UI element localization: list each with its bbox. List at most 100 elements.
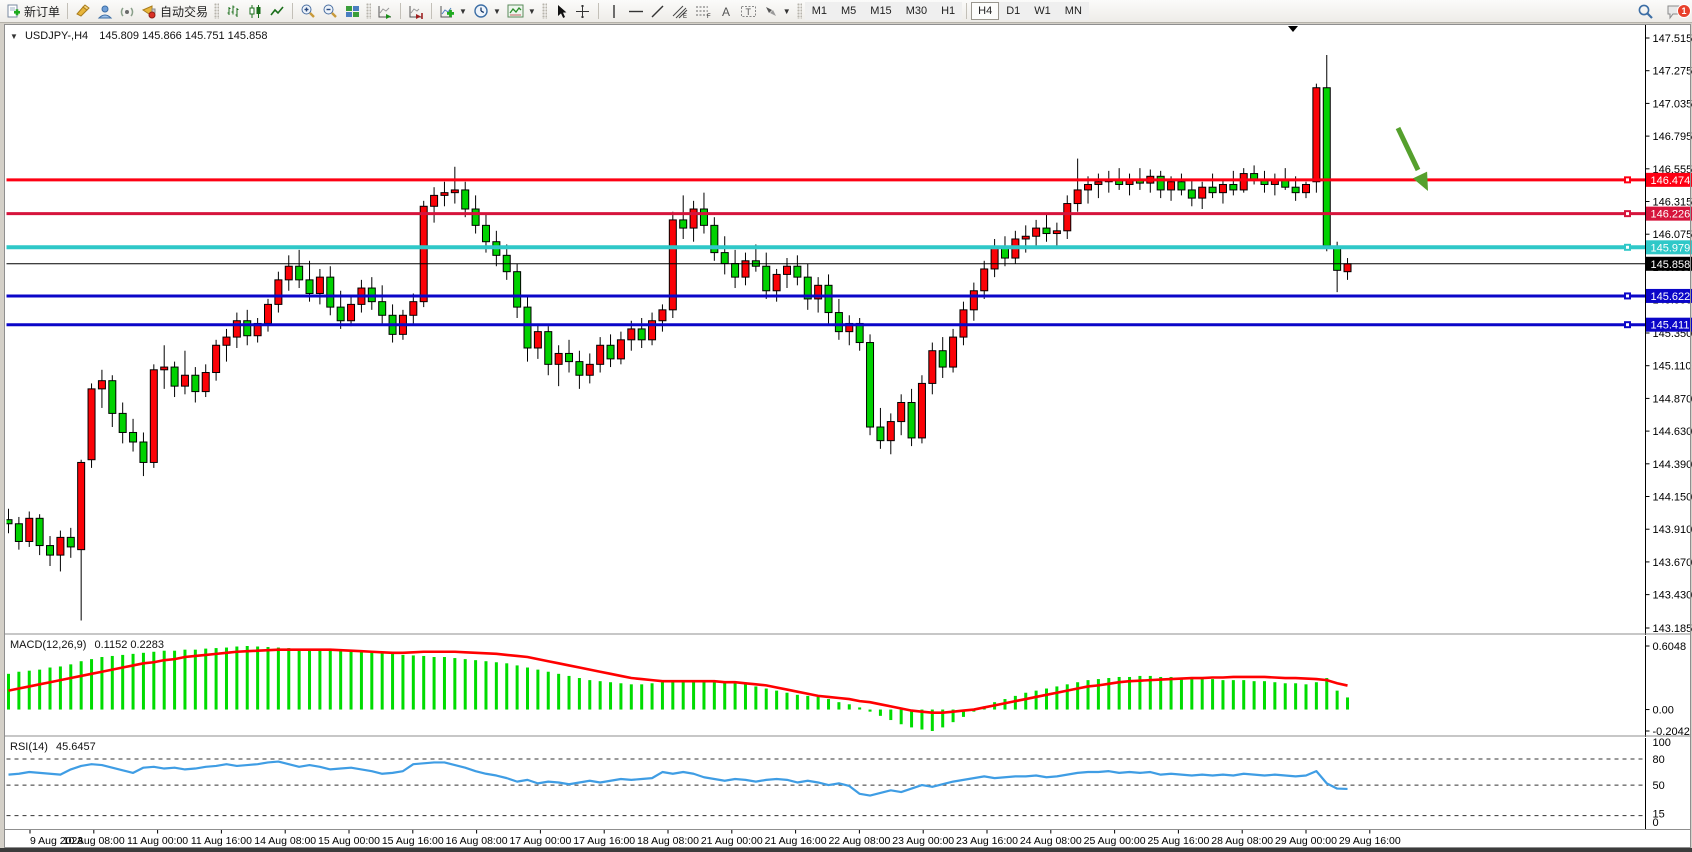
new-order-icon (6, 4, 21, 19)
rsi-indicator-name: RSI(14) (10, 741, 48, 753)
svg-text:22 Aug 08:00: 22 Aug 08:00 (828, 835, 890, 847)
text-label-button[interactable]: T (737, 1, 760, 21)
chart-ohlc-values: 145.809 145.866 145.751 145.858 (99, 30, 267, 42)
annotation-arrow-icon[interactable] (1398, 128, 1428, 191)
brush-icon (75, 4, 91, 18)
zoom-in-button[interactable] (297, 1, 319, 21)
vertical-line-icon (608, 4, 620, 19)
horizontal-line-button[interactable] (625, 1, 647, 21)
svg-text:15 Aug 16:00: 15 Aug 16:00 (382, 835, 444, 847)
separator (67, 3, 68, 19)
bar-chart-icon (226, 4, 241, 19)
cursor-icon (554, 4, 568, 19)
fibonacci-button[interactable]: F (692, 1, 715, 21)
new-order-button[interactable]: 新订单 (3, 1, 63, 21)
vertical-line-button[interactable] (603, 1, 625, 21)
svg-text:0.00: 0.00 (1653, 705, 1674, 717)
chart-shift-button[interactable] (405, 1, 427, 21)
svg-text:143.910: 143.910 (1653, 524, 1692, 536)
svg-text:25 Aug 16:00: 25 Aug 16:00 (1147, 835, 1209, 847)
cursor-button[interactable] (550, 1, 572, 21)
brush-button[interactable] (72, 1, 94, 21)
svg-text:15 Aug 00:00: 15 Aug 00:00 (318, 835, 380, 847)
svg-text:10 Aug 08:00: 10 Aug 08:00 (63, 835, 125, 847)
timeframe-button-m15[interactable]: M15 (863, 2, 898, 20)
equidistant-channel-button[interactable]: E (669, 1, 692, 21)
chevron-down-icon: ▼ (783, 7, 791, 16)
separator (400, 3, 401, 19)
zoom-in-icon (300, 3, 316, 19)
timeframe-button-h4[interactable]: H4 (971, 2, 999, 20)
line-chart-button[interactable] (266, 1, 288, 21)
svg-text:145.622: 145.622 (1651, 291, 1691, 303)
macd-indicator-values: 0.1152 0.2283 (94, 639, 164, 651)
separator (966, 3, 967, 19)
text-button[interactable]: A (715, 1, 737, 21)
trendline-button[interactable] (647, 1, 669, 21)
trendline-icon (650, 4, 665, 19)
svg-text:146.795: 146.795 (1653, 131, 1692, 143)
svg-text:21 Aug 16:00: 21 Aug 16:00 (765, 835, 827, 847)
zoom-out-icon (322, 3, 338, 19)
signal-button[interactable] (116, 1, 138, 21)
crosshair-button[interactable] (572, 1, 594, 21)
svg-text:0.6048: 0.6048 (1653, 641, 1687, 653)
svg-text:18 Aug 08:00: 18 Aug 08:00 (637, 835, 699, 847)
timeframe-button-mn[interactable]: MN (1058, 2, 1089, 20)
svg-text:23 Aug 16:00: 23 Aug 16:00 (956, 835, 1018, 847)
text-label-icon: T (740, 4, 757, 19)
timeframe-button-m5[interactable]: M5 (834, 2, 863, 20)
tile-windows-button[interactable] (341, 1, 363, 21)
add-indicator-button[interactable]: ▼ (436, 1, 470, 21)
svg-text:147.035: 147.035 (1653, 98, 1692, 110)
chart-title-bar: ▼ USDJPY-,H4 145.809 145.866 145.751 145… (10, 30, 267, 42)
rsi-line (9, 762, 1348, 796)
macd-pane-label: MACD(12,26,9) 0.1152 0.2283 (10, 639, 164, 651)
timeframe-button-w1[interactable]: W1 (1027, 2, 1058, 20)
search-button[interactable] (1634, 2, 1657, 22)
search-icon (1637, 3, 1654, 20)
svg-text:145.979: 145.979 (1651, 242, 1691, 254)
svg-text:144.390: 144.390 (1653, 459, 1692, 471)
pane-borders (5, 24, 1691, 848)
separator (292, 3, 293, 19)
rsi-pane-label: RSI(14) 45.6457 (10, 741, 96, 753)
svg-text:0: 0 (1653, 817, 1659, 829)
notifications-button[interactable]: 1 (1663, 2, 1686, 22)
window-bottom-edge (0, 848, 1692, 852)
arrows-button[interactable]: ▼ (760, 1, 794, 21)
macd-axis: 0.60480.00-0.2042 (1646, 641, 1690, 738)
svg-text:143.185: 143.185 (1653, 623, 1692, 635)
candlestick-chart-icon (248, 4, 263, 19)
chart-canvas[interactable]: 147.515147.275147.035146.795146.555146.3… (0, 0, 1692, 852)
timeframe-button-d1[interactable]: D1 (999, 2, 1027, 20)
rsi-axis: 1008050150 (1653, 737, 1671, 829)
price-axis: 147.515147.275147.035146.795146.555146.3… (1646, 33, 1692, 635)
chart-shift-marker[interactable] (1288, 26, 1298, 32)
svg-text:80: 80 (1653, 754, 1665, 766)
macd-indicator-name: MACD(12,26,9) (10, 639, 86, 651)
application-window: { "toolbar": { "new_order_label": "新订单",… (0, 0, 1692, 852)
svg-text:145.411: 145.411 (1651, 320, 1690, 332)
auto-scroll-icon (377, 4, 393, 19)
rsi-pane (7, 759, 1646, 816)
symbol-dropdown-icon[interactable]: ▼ (10, 32, 18, 41)
timeframe-button-m30[interactable]: M30 (899, 2, 934, 20)
auto-trading-button[interactable]: 自动交易 (138, 1, 211, 21)
templates-button[interactable]: ▼ (504, 1, 539, 21)
macd-pane (7, 646, 1349, 731)
auto-scroll-button[interactable] (374, 1, 396, 21)
periods-button[interactable]: ▼ (470, 1, 504, 21)
timeframe-button-h1[interactable]: H1 (934, 2, 962, 20)
profile-button[interactable] (94, 1, 116, 21)
svg-text:147.275: 147.275 (1653, 66, 1692, 78)
timeframe-button-m1[interactable]: M1 (805, 2, 834, 20)
svg-text:25 Aug 00:00: 25 Aug 00:00 (1084, 835, 1146, 847)
candlestick-chart-button[interactable] (244, 1, 266, 21)
zoom-out-button[interactable] (319, 1, 341, 21)
svg-text:147.515: 147.515 (1653, 33, 1692, 45)
toolbar-grip (542, 3, 547, 19)
equidistant-channel-icon: E (672, 4, 689, 19)
svg-text:14 Aug 08:00: 14 Aug 08:00 (254, 835, 316, 847)
bar-chart-button[interactable] (222, 1, 244, 21)
